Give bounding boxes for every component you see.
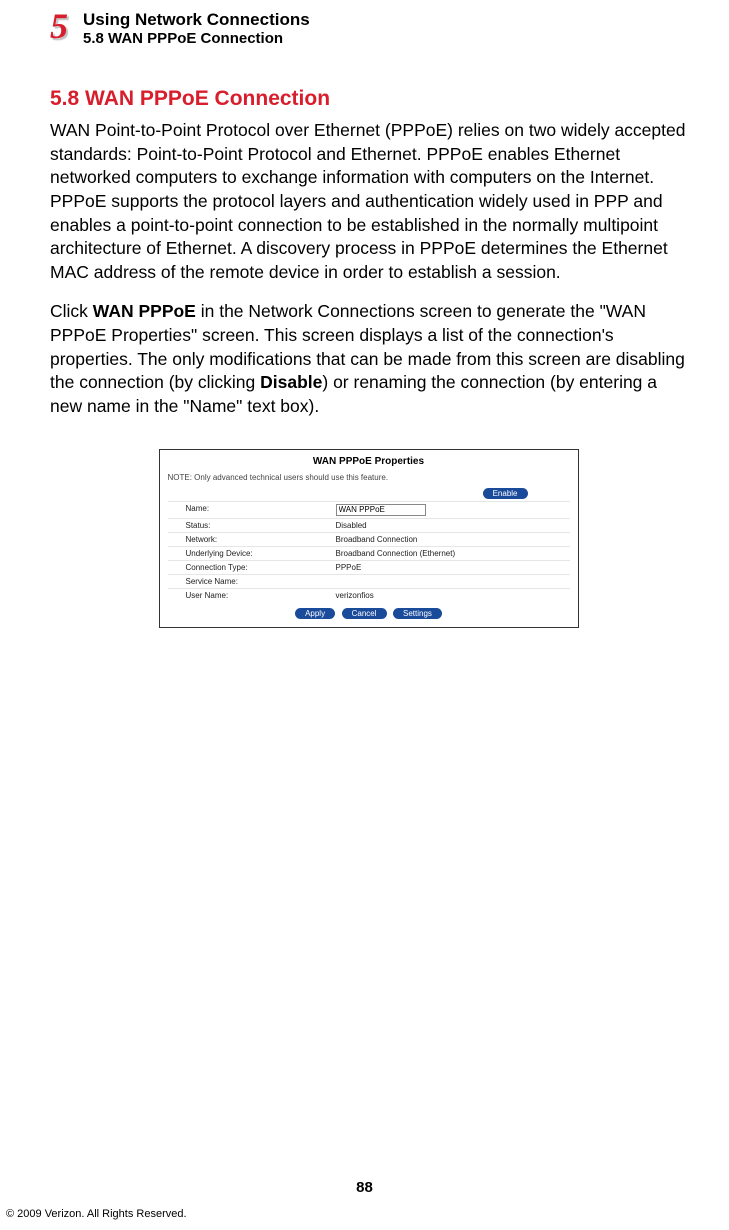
chapter-title: Using Network Connections bbox=[83, 10, 310, 30]
row-label: Connection Type: bbox=[186, 563, 336, 572]
cancel-button[interactable]: Cancel bbox=[342, 608, 387, 619]
apply-button[interactable]: Apply bbox=[295, 608, 335, 619]
dialog-title: WAN PPPoE Properties bbox=[168, 456, 570, 467]
table-row: Underlying Device: Broadband Connection … bbox=[168, 546, 570, 560]
page-number: 88 bbox=[0, 1179, 729, 1196]
paragraph-1: WAN Point-to-Point Protocol over Etherne… bbox=[50, 119, 687, 284]
dialog-button-row: Apply Cancel Settings bbox=[168, 608, 570, 619]
table-row: Network: Broadband Connection bbox=[168, 532, 570, 546]
para2-pre: Click bbox=[50, 301, 93, 321]
page-header: 5 Using Network Connections 5.8 WAN PPPo… bbox=[0, 0, 729, 47]
name-input[interactable] bbox=[336, 504, 426, 516]
header-titles: Using Network Connections 5.8 WAN PPPoE … bbox=[83, 10, 310, 47]
row-value: Broadband Connection bbox=[336, 535, 418, 544]
section-title-small: 5.8 WAN PPPoE Connection bbox=[83, 30, 310, 47]
enable-button[interactable]: Enable bbox=[483, 488, 528, 499]
table-row: User Name: verizonfios bbox=[168, 588, 570, 602]
table-row: Connection Type: PPPoE bbox=[168, 560, 570, 574]
row-label: Service Name: bbox=[186, 577, 336, 586]
row-label: User Name: bbox=[186, 591, 336, 600]
para2-bold-1: WAN PPPoE bbox=[93, 301, 196, 321]
properties-dialog-screenshot: WAN PPPoE Properties NOTE: Only advanced… bbox=[159, 449, 579, 628]
table-row: Service Name: bbox=[168, 574, 570, 588]
row-label: Network: bbox=[186, 535, 336, 544]
table-row: Status: Disabled bbox=[168, 518, 570, 532]
row-value: Broadband Connection (Ethernet) bbox=[336, 549, 456, 558]
row-value: Disabled bbox=[336, 521, 367, 530]
paragraph-2: Click WAN PPPoE in the Network Connectio… bbox=[50, 300, 687, 418]
properties-table: Name: Status: Disabled Network: Broadban… bbox=[168, 501, 570, 602]
para2-bold-2: Disable bbox=[260, 372, 322, 392]
dialog-note: NOTE: Only advanced technical users shou… bbox=[168, 473, 570, 482]
row-value: verizonfios bbox=[336, 591, 374, 600]
enable-row: Enable bbox=[168, 488, 570, 499]
row-label: Underlying Device: bbox=[186, 549, 336, 558]
row-value: PPPoE bbox=[336, 563, 362, 572]
content-area: 5.8 WAN PPPoE Connection WAN Point-to-Po… bbox=[0, 47, 729, 628]
row-label: Status: bbox=[186, 521, 336, 530]
row-label: Name: bbox=[186, 504, 336, 516]
copyright-text: © 2009 Verizon. All Rights Reserved. bbox=[6, 1208, 187, 1220]
table-row: Name: bbox=[168, 501, 570, 518]
section-heading: 5.8 WAN PPPoE Connection bbox=[50, 87, 687, 111]
chapter-number: 5 bbox=[50, 10, 68, 42]
row-value bbox=[336, 504, 426, 516]
settings-button[interactable]: Settings bbox=[393, 608, 442, 619]
